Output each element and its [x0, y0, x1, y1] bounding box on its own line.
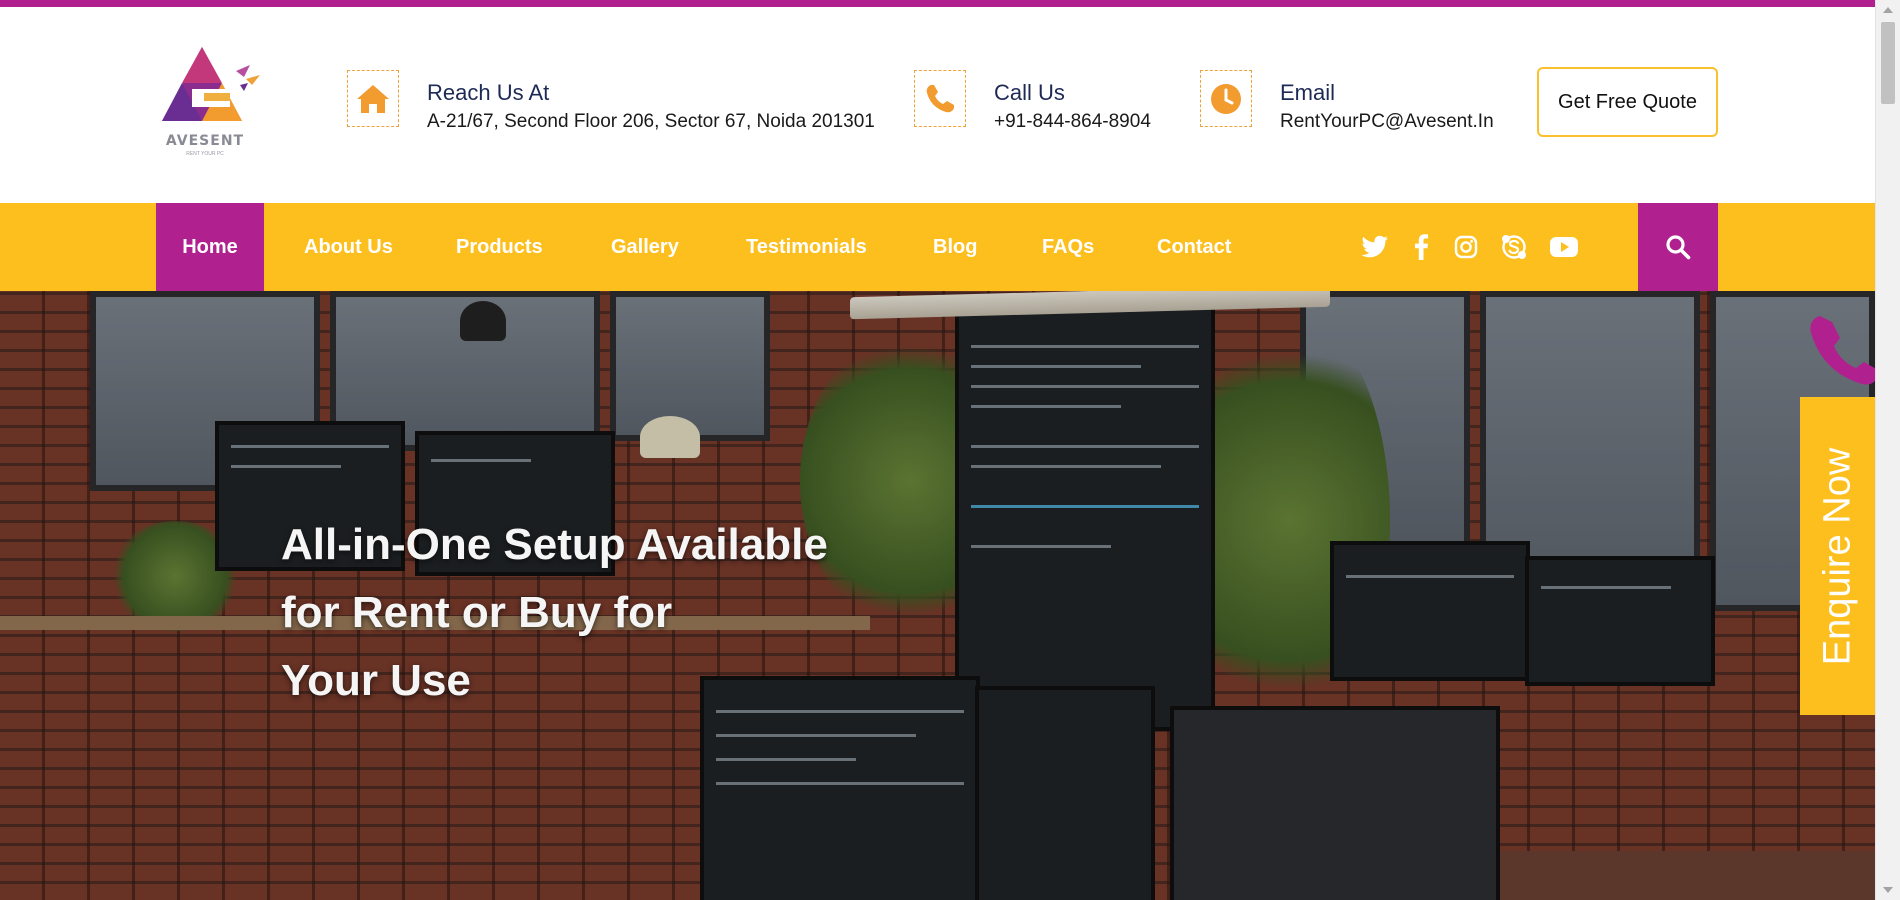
nav-item-faqs[interactable]: FAQs — [1042, 203, 1094, 291]
home-icon — [347, 70, 399, 127]
search-icon — [1666, 235, 1691, 260]
get-free-quote-button[interactable]: Get Free Quote — [1537, 67, 1718, 137]
hero-title-line: All-in-One Setup Available — [281, 520, 828, 569]
phone-icon — [914, 70, 966, 127]
top-accent-bar — [0, 0, 1875, 7]
site-header: AVESENT RENT YOUR PC Reach Us At A-21/67… — [0, 7, 1875, 203]
phone-icon[interactable] — [1806, 312, 1875, 398]
page: AVESENT RENT YOUR PC Reach Us At A-21/67… — [0, 0, 1875, 900]
nav-item-gallery[interactable]: Gallery — [611, 203, 679, 291]
enquire-now-button[interactable]: Enquire Now — [1800, 397, 1875, 715]
contact-phone-title: Call Us — [994, 80, 1065, 105]
instagram-icon[interactable] — [1450, 231, 1482, 263]
twitter-icon[interactable] — [1359, 231, 1391, 263]
contact-address-title: Reach Us At — [427, 80, 550, 105]
contact-email-title: Email — [1280, 80, 1336, 105]
logo-mark-icon — [162, 47, 260, 121]
logo-wordmark: AVESENT — [165, 133, 245, 149]
hero-banner: All-in-One Setup Available for Rent or B… — [0, 291, 1875, 900]
logo-tagline: RENT YOUR PC — [186, 151, 224, 157]
search-button[interactable] — [1638, 203, 1718, 291]
site-logo[interactable]: AVESENT RENT YOUR PC — [152, 43, 272, 163]
enquire-now-label: Enquire Now — [1816, 447, 1858, 665]
hero-title-line: Your Use — [281, 656, 471, 705]
nav-item-contact[interactable]: Contact — [1157, 203, 1231, 291]
contact-email-value[interactable]: RentYourPC@Avesent.In — [1280, 111, 1494, 133]
youtube-icon[interactable] — [1548, 231, 1580, 263]
contact-phone-value[interactable]: +91-844-864-8904 — [994, 111, 1151, 133]
nav-item-products[interactable]: Products — [456, 203, 543, 291]
contact-address-value: A-21/67, Second Floor 206, Sector 67, No… — [427, 111, 875, 132]
page-scrollbar[interactable] — [1875, 0, 1900, 900]
main-nav: Home About Us Products Gallery Testimoni… — [0, 203, 1875, 291]
nav-item-testimonials[interactable]: Testimonials — [746, 203, 867, 291]
scroll-down-arrow-icon[interactable] — [1883, 887, 1893, 893]
nav-item-about-us[interactable]: About Us — [304, 203, 393, 291]
nav-item-blog[interactable]: Blog — [933, 203, 977, 291]
hero-title: All-in-One Setup Available for Rent or B… — [281, 511, 901, 715]
nav-item-home[interactable]: Home — [156, 203, 264, 291]
scroll-up-arrow-icon[interactable] — [1883, 7, 1893, 13]
scrollbar-thumb[interactable] — [1881, 22, 1895, 104]
facebook-icon[interactable] — [1405, 231, 1437, 263]
skype-icon[interactable] — [1498, 231, 1530, 263]
hero-title-line: for Rent or Buy for — [281, 588, 673, 637]
clock-icon — [1200, 70, 1252, 127]
